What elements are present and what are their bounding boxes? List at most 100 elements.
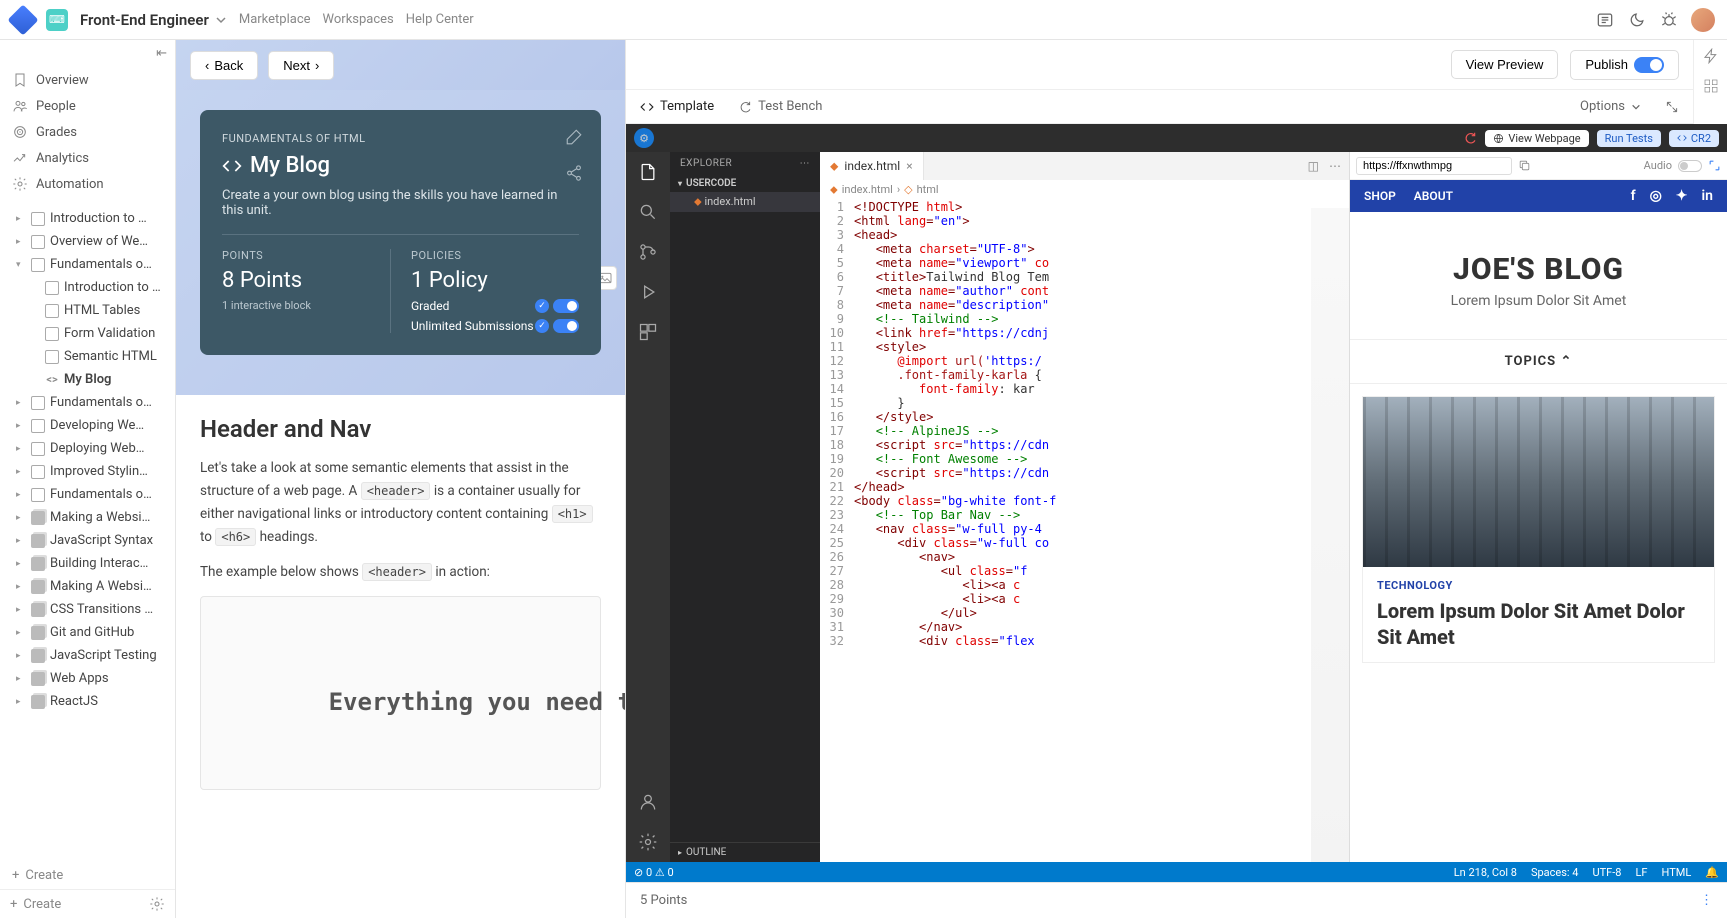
- tree-item[interactable]: ▸Building Interac…: [0, 552, 175, 575]
- grid-icon[interactable]: [1703, 78, 1719, 94]
- more-icon[interactable]: ⋯: [1329, 159, 1341, 173]
- editor-content[interactable]: 1<!DOCTYPE html>2<html lang="en">3<head>…: [820, 200, 1349, 862]
- tree-item[interactable]: ▸Web Apps: [0, 667, 175, 690]
- preview-card[interactable]: TECHNOLOGY Lorem Ipsum Dolor Sit Amet Do…: [1362, 396, 1715, 663]
- split-icon[interactable]: ◫: [1308, 159, 1319, 173]
- tree-item[interactable]: ▸Making a Websi…: [0, 506, 175, 529]
- tree-item[interactable]: HTML Tables: [0, 299, 175, 322]
- back-button[interactable]: ‹Back: [190, 51, 258, 80]
- tab-test-bench[interactable]: Test Bench: [738, 99, 822, 114]
- account-icon[interactable]: [638, 792, 658, 812]
- collapse-sidebar-icon[interactable]: ⇤: [148, 40, 175, 67]
- folder-icon: [31, 235, 45, 249]
- nav-help[interactable]: Help Center: [406, 12, 474, 27]
- more-icon[interactable]: ⋮: [1700, 893, 1713, 908]
- tree-item[interactable]: Form Validation: [0, 322, 175, 345]
- sidebar-item-automation[interactable]: Automation: [0, 171, 175, 197]
- next-button[interactable]: Next›: [268, 51, 334, 80]
- publish-button[interactable]: Publish: [1570, 50, 1679, 80]
- status-spaces[interactable]: Spaces: 4: [1531, 866, 1579, 879]
- minimap[interactable]: [1311, 208, 1349, 862]
- cr2-button[interactable]: CR2: [1669, 130, 1719, 147]
- explorer-menu-icon[interactable]: ⋯: [800, 158, 811, 169]
- tree-item[interactable]: ▸Fundamentals o…: [0, 483, 175, 506]
- tree-item[interactable]: ▸JavaScript Testing: [0, 644, 175, 667]
- status-encoding[interactable]: UTF-8: [1592, 866, 1621, 879]
- bottom-create-button[interactable]: +Create: [10, 897, 61, 912]
- sidebar-item-people[interactable]: People: [0, 93, 175, 119]
- copy-icon[interactable]: [1518, 159, 1531, 172]
- expand-icon[interactable]: [1665, 100, 1679, 114]
- user-avatar[interactable]: [1691, 8, 1715, 32]
- tree-item[interactable]: ▾Fundamentals o…: [0, 253, 175, 276]
- explorer-section[interactable]: ▾USERCODE: [670, 175, 820, 192]
- preview-nav-shop[interactable]: SHOP: [1364, 189, 1396, 203]
- status-position[interactable]: Ln 218, Col 8: [1454, 866, 1517, 879]
- tree-item[interactable]: ▸Fundamentals o…: [0, 391, 175, 414]
- tree-item[interactable]: ▸Git and GitHub: [0, 621, 175, 644]
- explorer-outline[interactable]: ▸OUTLINE: [670, 842, 820, 862]
- graded-toggle[interactable]: [553, 299, 579, 313]
- eraser-icon[interactable]: [565, 128, 583, 146]
- options-dropdown[interactable]: Options: [1580, 99, 1641, 114]
- tree-item[interactable]: Semantic HTML: [0, 345, 175, 368]
- run-tests-button[interactable]: Run Tests: [1597, 130, 1661, 147]
- moon-icon[interactable]: [1627, 10, 1647, 30]
- tree-item[interactable]: Introduction to …: [0, 276, 175, 299]
- news-icon[interactable]: [1595, 10, 1615, 30]
- debug-icon[interactable]: [638, 282, 658, 302]
- nav-workspaces[interactable]: Workspaces: [323, 12, 394, 27]
- preview-topics[interactable]: TOPICS ⌃: [1350, 340, 1727, 384]
- tree-item[interactable]: <>My Blog: [0, 368, 175, 391]
- tree-item[interactable]: ▸Introduction to …: [0, 207, 175, 230]
- expand-icon[interactable]: [1708, 159, 1721, 172]
- status-eol[interactable]: LF: [1635, 866, 1647, 879]
- audio-toggle[interactable]: [1678, 160, 1702, 172]
- course-icon[interactable]: ⌨: [46, 9, 68, 31]
- twitter-icon[interactable]: ✦: [1676, 188, 1688, 204]
- facebook-icon[interactable]: f: [1631, 188, 1636, 204]
- gear-icon[interactable]: [149, 896, 165, 912]
- preview-url-input[interactable]: [1356, 157, 1512, 175]
- sidebar-item-analytics[interactable]: Analytics: [0, 145, 175, 171]
- unlimited-toggle[interactable]: [553, 319, 579, 333]
- view-webpage-button[interactable]: View Webpage: [1485, 130, 1588, 147]
- tree-item[interactable]: ▸Making A Websi…: [0, 575, 175, 598]
- sidebar-item-overview[interactable]: Overview: [0, 67, 175, 93]
- editor-breadcrumb[interactable]: ⬥index.html›◇html: [820, 180, 1349, 200]
- tree-item[interactable]: ▸JavaScript Syntax: [0, 529, 175, 552]
- settings-icon[interactable]: [638, 832, 658, 852]
- view-preview-button[interactable]: View Preview: [1451, 50, 1559, 79]
- linkedin-icon[interactable]: in: [1702, 188, 1713, 204]
- publish-toggle[interactable]: [1634, 57, 1664, 73]
- tree-item[interactable]: ▸Developing We…: [0, 414, 175, 437]
- search-icon[interactable]: [638, 202, 658, 222]
- tree-item[interactable]: ▸Overview of We…: [0, 230, 175, 253]
- tree-item[interactable]: ▸Improved Stylin…: [0, 460, 175, 483]
- explorer-icon[interactable]: [638, 162, 658, 182]
- create-button[interactable]: +Create: [0, 862, 175, 889]
- extensions-icon[interactable]: [638, 322, 658, 342]
- close-icon[interactable]: ×: [906, 159, 912, 173]
- status-lang[interactable]: HTML: [1662, 866, 1692, 879]
- sidebar-item-grades[interactable]: Grades: [0, 119, 175, 145]
- tab-template[interactable]: Template: [640, 99, 714, 114]
- editor-tab[interactable]: ⬥index.html×: [820, 152, 924, 180]
- tree-item[interactable]: ▸ReactJS: [0, 690, 175, 713]
- ide-gear-icon[interactable]: ⚙: [634, 128, 654, 148]
- lightning-icon[interactable]: [1703, 48, 1719, 64]
- course-title[interactable]: Front-End Engineer: [80, 11, 227, 29]
- preview-nav-about[interactable]: ABOUT: [1414, 189, 1453, 203]
- platform-logo-icon[interactable]: [7, 4, 38, 35]
- status-errors[interactable]: ⊘ 0 ⚠ 0: [634, 866, 674, 879]
- tree-item[interactable]: ▸Deploying Web…: [0, 437, 175, 460]
- tree-item[interactable]: ▸CSS Transitions …: [0, 598, 175, 621]
- refresh-icon[interactable]: [1463, 131, 1477, 145]
- instagram-icon[interactable]: ◎: [1650, 188, 1662, 204]
- nav-marketplace[interactable]: Marketplace: [239, 12, 311, 27]
- share-icon[interactable]: [565, 164, 583, 182]
- bell-icon[interactable]: 🔔: [1705, 866, 1719, 879]
- bug-icon[interactable]: [1659, 10, 1679, 30]
- source-control-icon[interactable]: [638, 242, 658, 262]
- explorer-file[interactable]: ⬥ index.html: [670, 192, 820, 212]
